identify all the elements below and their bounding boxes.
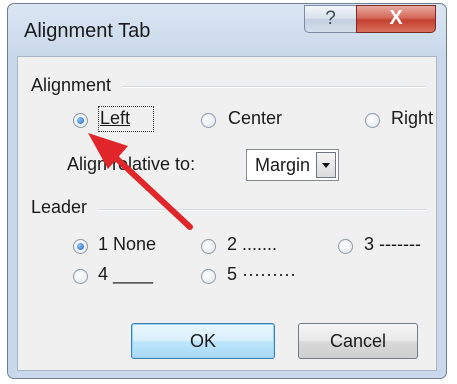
leader-1-label[interactable]: 1 None: [98, 234, 156, 255]
leader-1-radio[interactable]: [73, 239, 88, 254]
ok-button[interactable]: OK: [131, 323, 275, 359]
leader-2-radio[interactable]: [201, 239, 216, 254]
close-button[interactable]: X: [356, 5, 436, 33]
align-relative-value: Margin: [255, 155, 311, 175]
center-radio[interactable]: [201, 113, 216, 128]
left-radio[interactable]: [73, 113, 88, 128]
alignment-heading: Alignment: [31, 75, 112, 95]
alignment-tab-dialog: Alignment Tab ? X Alignment Left Center …: [7, 3, 447, 379]
dialog-body: Alignment Left Center Right Align relati…: [17, 56, 437, 371]
leader-2-label[interactable]: 2 .......: [227, 234, 277, 255]
align-relative-label: Align relative to:: [67, 154, 196, 174]
leader-separator: [98, 209, 426, 211]
dropdown-arrow-icon[interactable]: [316, 152, 336, 178]
dialog-title: Alignment Tab: [24, 20, 151, 42]
leader-3-radio[interactable]: [338, 239, 353, 254]
close-icon: X: [389, 7, 403, 29]
leader-4-label[interactable]: 4 ____: [98, 264, 153, 285]
leader-5-label[interactable]: 5 ·········: [227, 264, 296, 285]
help-button[interactable]: ?: [304, 5, 356, 33]
left-radio-label[interactable]: Left: [100, 108, 130, 129]
right-radio-label[interactable]: Right: [391, 108, 433, 129]
title-bar[interactable]: Alignment Tab ? X: [8, 4, 446, 56]
right-radio[interactable]: [365, 113, 380, 128]
center-radio-label[interactable]: Center: [228, 108, 282, 129]
alignment-separator: [122, 86, 426, 88]
leader-3-label[interactable]: 3 -------: [364, 234, 421, 255]
cancel-button[interactable]: Cancel: [298, 323, 418, 359]
align-relative-select[interactable]: Margin: [246, 149, 339, 181]
leader-5-radio[interactable]: [201, 269, 216, 284]
leader-heading: Leader: [31, 197, 88, 217]
help-icon: ?: [325, 8, 336, 29]
leader-4-radio[interactable]: [73, 269, 88, 284]
